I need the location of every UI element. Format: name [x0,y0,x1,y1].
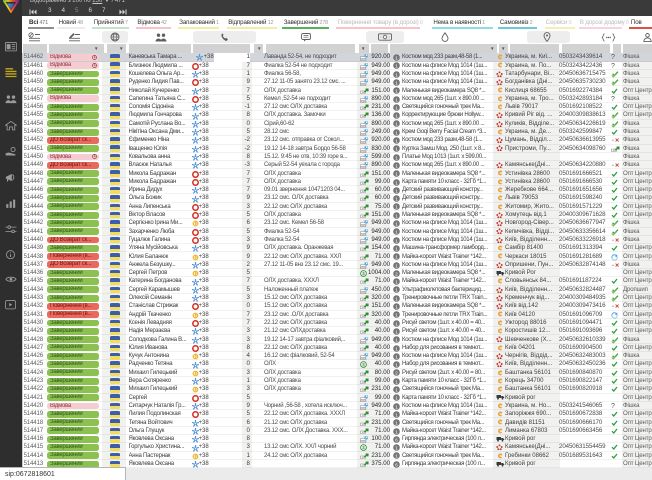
svg-text:1: 1 [395,172,398,178]
svg-text:1: 1 [395,188,398,194]
svg-text:1: 1 [395,80,398,86]
svg-text:1: 1 [395,363,398,369]
svg-text:6: 6 [395,462,398,468]
svg-text:1: 1 [395,280,398,286]
svg-text:1: 1 [395,421,398,427]
svg-text:1: 1 [395,205,398,211]
svg-text:1: 1 [395,255,398,261]
svg-text:1: 1 [395,429,398,435]
svg-text:1: 1 [395,55,398,61]
svg-text:1: 1 [395,412,398,418]
svg-text:1: 1 [395,313,398,319]
svg-text:1: 1 [395,288,398,294]
svg-text:1: 1 [395,97,398,103]
svg-text:1: 1 [395,246,398,252]
svg-text:1: 1 [395,387,398,393]
svg-text:1: 1 [395,238,398,244]
svg-text:1: 1 [395,296,398,302]
svg-text:1: 1 [395,163,398,169]
svg-text:1: 1 [395,155,398,161]
svg-text:1: 1 [395,72,398,78]
svg-text:1: 1 [395,354,398,360]
svg-text:1: 1 [395,197,398,203]
svg-text:1: 1 [395,64,398,70]
svg-text:2: 2 [395,271,398,277]
svg-text:2: 2 [395,371,398,377]
svg-text:6: 6 [395,437,398,443]
svg-text:1: 1 [395,114,398,120]
svg-text:1: 1 [395,180,398,186]
svg-text:1: 1 [395,138,398,144]
svg-text:1: 1 [395,105,398,111]
svg-text:1: 1 [395,454,398,460]
svg-text:1: 1 [395,130,398,136]
svg-text:1: 1 [395,230,398,236]
svg-text:1: 1 [395,446,398,452]
svg-text:1: 1 [395,379,398,385]
svg-text:1: 1 [395,263,398,269]
svg-text:1: 1 [395,147,398,153]
svg-text:1: 1 [395,221,398,227]
svg-text:1: 1 [395,346,398,352]
svg-text:1: 1 [395,396,398,402]
svg-text:1: 1 [395,89,398,95]
svg-text:1: 1 [395,304,398,310]
svg-text:1: 1 [395,404,398,410]
svg-text:1: 1 [395,321,398,327]
svg-text:1: 1 [395,122,398,128]
svg-text:1: 1 [395,213,398,219]
svg-text:1: 1 [395,329,398,335]
svg-text:1: 1 [395,338,398,344]
